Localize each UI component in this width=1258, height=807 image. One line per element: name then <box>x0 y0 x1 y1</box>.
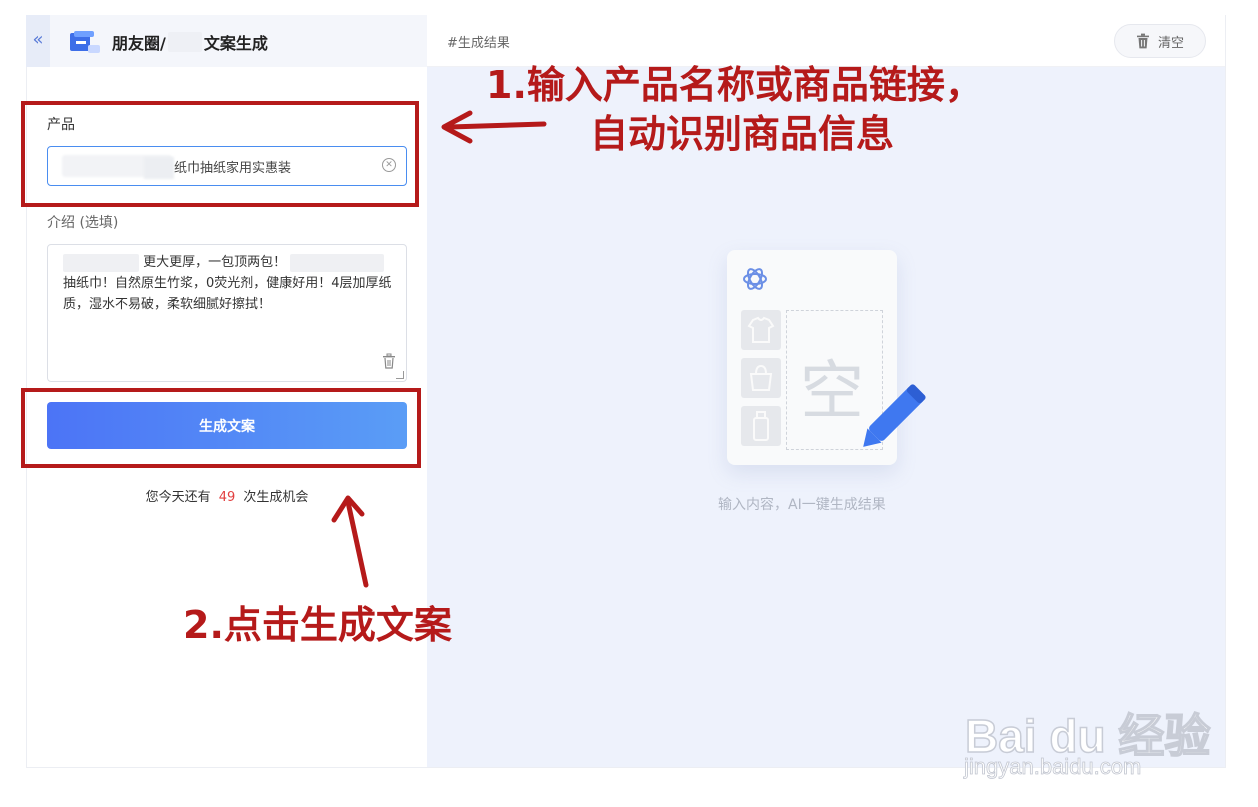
resize-handle[interactable] <box>396 371 404 379</box>
clear-button[interactable]: 清空 <box>1114 24 1206 58</box>
result-title: #生成结果 <box>447 36 510 51</box>
collapse-sidebar-button[interactable]: « <box>26 15 50 67</box>
intro-line2: 抽纸巾！自然原生竹浆，0荧光剂，健康好用！4层加厚纸质，湿水不易破，柔软细腻好擦… <box>63 276 392 312</box>
annotation-arrow-up-icon <box>331 495 369 588</box>
app-title: 朋友圈/ 文案生成 <box>112 30 268 54</box>
annotation-box-product <box>21 101 419 207</box>
annotation-box-generate <box>21 388 421 468</box>
redacted-text <box>63 253 139 272</box>
shirt-icon <box>741 310 781 350</box>
annotation-step1-line1: 1.输入产品名称或商品链接， <box>486 63 983 107</box>
app-logo-icon <box>70 31 100 53</box>
app-title-prefix: 朋友圈/ <box>112 34 166 53</box>
daily-quota-text: 您今天还有 49 次生成机会 <box>0 486 454 505</box>
empty-state-hint: 输入内容，AI一键生成结果 <box>718 497 886 513</box>
redacted-text <box>290 253 385 272</box>
watermark-url: jingyan.baidu.com <box>964 754 1142 780</box>
intro-label: 介绍 (选填) <box>47 215 119 231</box>
quota-prefix: 您今天还有 <box>145 490 211 505</box>
quota-suffix: 次生成机会 <box>243 490 309 505</box>
annotation-step2: 2.点击生成文案 <box>183 603 452 647</box>
bottle-icon <box>741 406 781 446</box>
annotation-step1-line2: 自动识别商品信息 <box>590 112 895 156</box>
openai-logo-icon <box>743 268 767 290</box>
clear-button-label: 清空 <box>1157 35 1184 51</box>
intro-line1: 更大更厚，一包顶两包！ <box>143 255 287 270</box>
trash-icon <box>1136 33 1149 49</box>
trash-icon[interactable] <box>382 353 396 369</box>
intro-textarea[interactable]: 更大更厚，一包顶两包！ 抽纸巾！自然原生竹浆，0荧光剂，健康好用！4层加厚纸质，… <box>47 244 407 382</box>
quota-count: 49 <box>218 490 236 505</box>
app-title-suffix: 文案生成 <box>203 34 268 53</box>
intro-text: 更大更厚，一包顶两包！ 抽纸巾！自然原生竹浆，0荧光剂，健康好用！4层加厚纸质，… <box>63 252 393 315</box>
double-chevron-left-icon: « <box>32 29 44 50</box>
redacted-text <box>167 32 202 52</box>
pencil-icon <box>863 384 926 447</box>
bag-icon <box>741 358 781 398</box>
annotation-arrow-left-icon <box>441 110 547 144</box>
